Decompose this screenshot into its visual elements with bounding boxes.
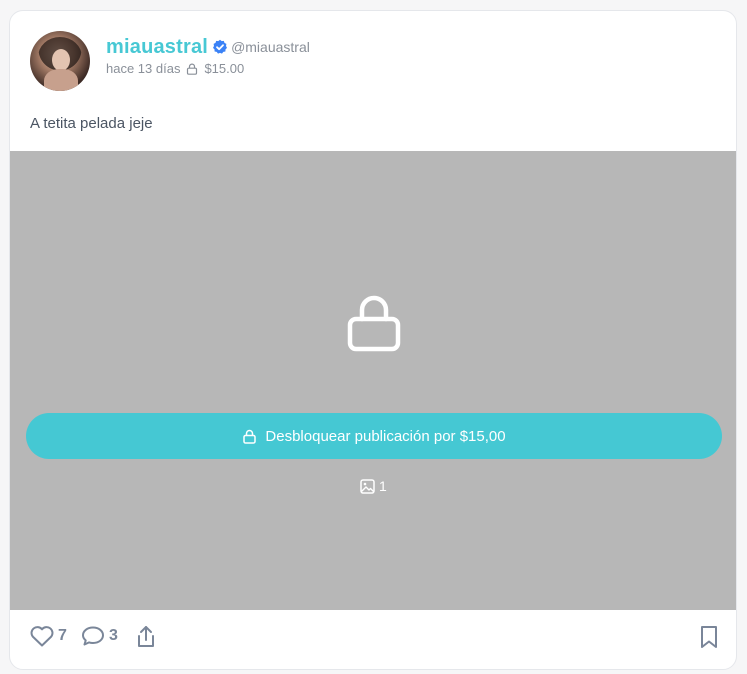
- like-count: 7: [58, 627, 67, 644]
- post-time[interactable]: hace 13 días: [106, 61, 180, 76]
- unlock-button[interactable]: Desbloquear publicación por $15,00: [26, 413, 722, 459]
- like-button[interactable]: 7: [29, 624, 67, 648]
- avatar[interactable]: [30, 31, 90, 91]
- avatar-face: [52, 49, 70, 71]
- comment-icon: [80, 624, 106, 648]
- image-icon: [360, 478, 375, 494]
- author-handle[interactable]: @miauastral: [231, 39, 310, 55]
- share-button[interactable]: [134, 624, 158, 650]
- share-icon: [134, 624, 158, 650]
- unlock-icon: [242, 429, 257, 444]
- lock-icon: [186, 63, 198, 75]
- post-card: miauastral @miauastral hace 13 días $15.…: [9, 10, 737, 670]
- bookmark-button[interactable]: [698, 624, 720, 650]
- post-actions: 7 3: [10, 610, 736, 669]
- unlock-button-label: Desbloquear publicación por $15,00: [265, 427, 506, 445]
- post-price: $15.00: [204, 61, 245, 76]
- post-header: miauastral @miauastral hace 13 días $15.…: [10, 11, 736, 106]
- locked-media: Desbloquear publicación por $15,00 1: [10, 151, 736, 610]
- bookmark-icon: [698, 624, 720, 650]
- comment-count: 3: [109, 627, 118, 644]
- lock-icon: [346, 293, 402, 353]
- author-name[interactable]: miauastral: [106, 36, 208, 59]
- heart-icon: [29, 624, 55, 648]
- author-row: miauastral @miauastral: [106, 35, 310, 59]
- post-caption: A tetita pelada jeje: [30, 115, 153, 132]
- avatar-body: [44, 69, 78, 91]
- post-meta: hace 13 días $15.00: [106, 61, 244, 76]
- media-count-value: 1: [379, 478, 387, 494]
- media-count: 1: [360, 478, 387, 494]
- comment-button[interactable]: 3: [80, 624, 118, 648]
- verified-badge-icon: [212, 39, 228, 55]
